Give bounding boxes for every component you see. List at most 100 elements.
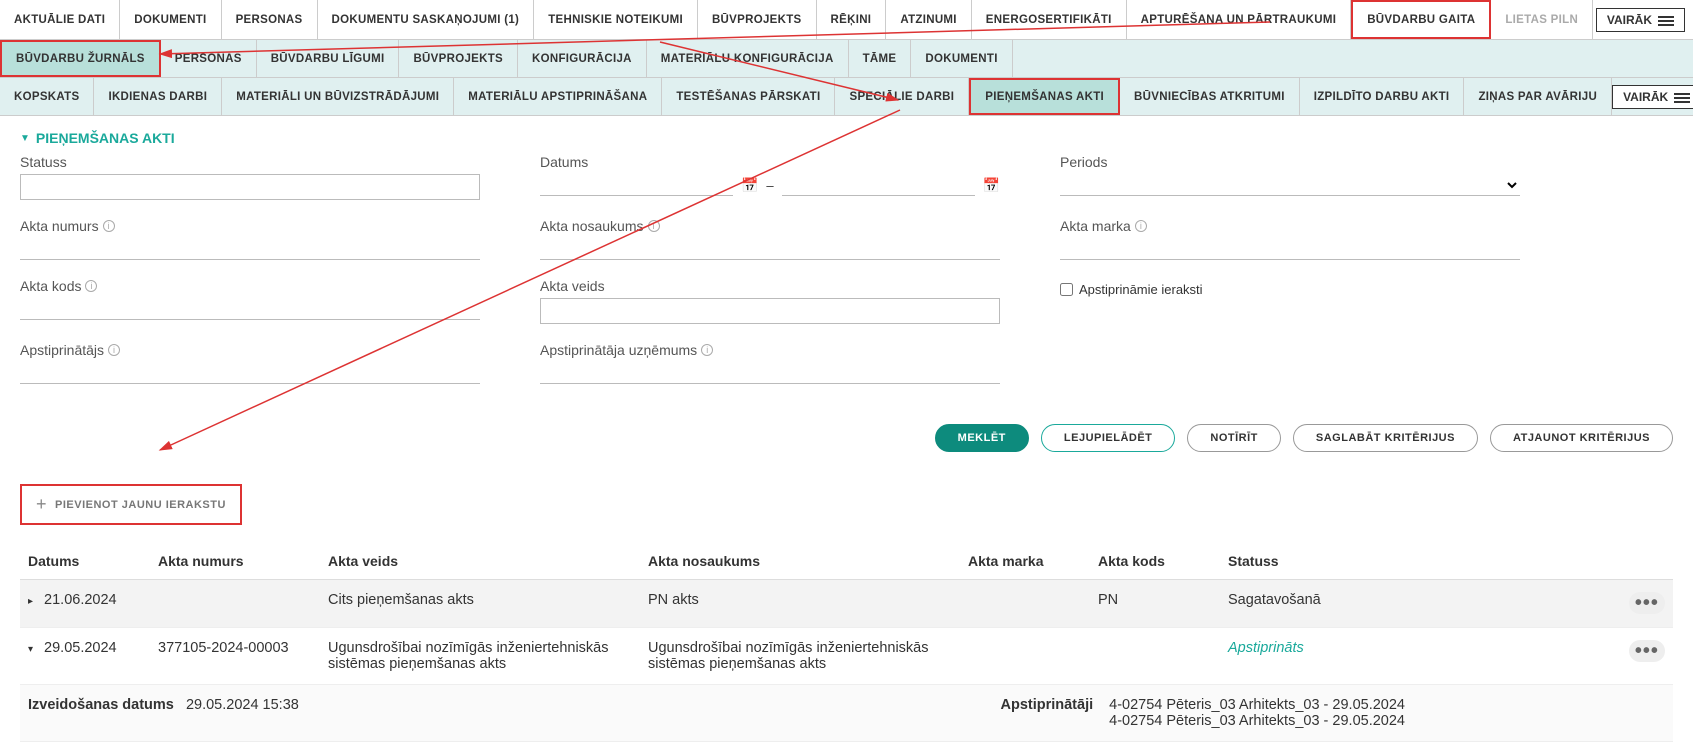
nav2-item[interactable]: KONFIGURĀCIJA	[518, 40, 647, 77]
akta-kods-input[interactable]	[20, 298, 480, 320]
nav2-item[interactable]: MATERIĀLU KONFIGURĀCIJA	[647, 40, 849, 77]
expand-icon[interactable]: ▸	[28, 596, 40, 607]
apstip-ieraksti-checkbox[interactable]	[1060, 283, 1073, 296]
nav3-item[interactable]: TESTĒŠANAS PĀRSKATI	[662, 78, 835, 115]
th-nosaukums[interactable]: Akta nosaukums	[640, 543, 960, 580]
nav3-item[interactable]: BŪVNIECĪBAS ATKRITUMI	[1120, 78, 1300, 115]
vairak-button-1[interactable]: VAIRĀK	[1596, 8, 1685, 32]
nav3-item[interactable]: MATERIĀLU APSTIPRINĀŠANA	[454, 78, 662, 115]
atjaunot-button[interactable]: ATJAUNOT KRITĒRIJUS	[1490, 424, 1673, 452]
detail-izv-val: 29.05.2024 15:38	[186, 697, 299, 713]
label-akta-veids: Akta veids	[540, 278, 1000, 294]
nav-level-1: AKTUĀLIE DATI DOKUMENTI PERSONAS DOKUMEN…	[0, 0, 1693, 40]
vairak-label: VAIRĀK	[1623, 90, 1668, 104]
collapse-icon: ▼	[20, 133, 30, 144]
th-kods[interactable]: Akta kods	[1090, 543, 1220, 580]
nav1-buvdarbu-gaita[interactable]: BŪVDARBU GAITA	[1351, 0, 1491, 39]
table-row[interactable]: ▾ 29.05.2024 377105-2024-00003 Ugunsdroš…	[20, 628, 1673, 685]
info-icon[interactable]: i	[85, 280, 97, 292]
nav2-buvdarbu-zurnals[interactable]: BŪVDARBU ŽURNĀLS	[0, 40, 161, 77]
nav-level-2: BŪVDARBU ŽURNĀLS PERSONAS BŪVDARBU LĪGUM…	[0, 40, 1693, 78]
calendar-icon[interactable]: 📅	[983, 177, 1000, 194]
dash: –	[766, 178, 773, 193]
nav1-item[interactable]: TEHNISKIE NOTEIKUMI	[534, 0, 698, 39]
info-icon[interactable]: i	[701, 344, 713, 356]
akta-marka-input[interactable]	[1060, 238, 1520, 260]
nav3-item[interactable]: KOPSKATS	[0, 78, 94, 115]
lejupieladet-button[interactable]: LEJUPIELĀDĒT	[1041, 424, 1176, 452]
info-icon[interactable]: i	[648, 220, 660, 232]
burger-icon	[1658, 14, 1674, 26]
nav3-item[interactable]: IZPILDĪTO DARBU AKTI	[1300, 78, 1465, 115]
akta-veids-input[interactable]	[540, 298, 1000, 324]
akta-nosaukums-input[interactable]	[540, 238, 1000, 260]
th-datums[interactable]: Datums	[20, 543, 150, 580]
nav2-item[interactable]: BŪVPROJEKTS	[399, 40, 518, 77]
label-datums: Datums	[540, 154, 1000, 170]
label-apstip-uzn: Apstiprinātāja uzņēmumsi	[540, 342, 1000, 358]
apstip-uzn-input[interactable]	[540, 362, 1000, 384]
nav1-item[interactable]: PERSONAS	[222, 0, 318, 39]
nav2-item[interactable]: BŪVDARBU LĪGUMI	[257, 40, 400, 77]
nav1-item[interactable]: ATZINUMI	[886, 0, 971, 39]
nav1-item[interactable]: RĒĶINI	[817, 0, 887, 39]
akta-numurs-input[interactable]	[20, 238, 480, 260]
status-input[interactable]	[20, 174, 480, 200]
label-apstiprinatajs: Apstiprinātājsi	[20, 342, 480, 358]
label-akta-numurs: Akta numursi	[20, 218, 480, 234]
vairak-button-3[interactable]: VAIRĀK	[1612, 85, 1693, 109]
apstiprinatajs-input[interactable]	[20, 362, 480, 384]
table-row[interactable]: ▸ 21.06.2024 Cits pieņemšanas akts PN ak…	[20, 580, 1673, 628]
row-menu-icon[interactable]: •••	[1629, 640, 1665, 662]
info-icon[interactable]: i	[1135, 220, 1147, 232]
nav1-item[interactable]: ENERGOSERTIFIKĀTI	[972, 0, 1127, 39]
pievienot-button[interactable]: + PIEVIENOT JAUNU IERAKSTU	[20, 484, 242, 525]
nav1-item[interactable]: LIETAS PILN	[1491, 0, 1593, 39]
th-statuss[interactable]: Statuss	[1220, 543, 1621, 580]
filter-area: Statuss Datums 📅 – 📅 Periods Akta numurs…	[0, 154, 1693, 418]
detail-row: Izveidošanas datums 29.05.2024 15:38 Aps…	[20, 685, 1673, 742]
periods-select[interactable]	[1060, 174, 1520, 196]
detail-izv-label: Izveidošanas datums	[28, 697, 174, 713]
label-akta-marka: Akta markai	[1060, 218, 1520, 234]
date-to-input[interactable]	[782, 174, 975, 196]
collapse-icon[interactable]: ▾	[28, 644, 40, 655]
detail-apst-val: 4-02754 Pēteris_03 Arhitekts_03 - 29.05.…	[1109, 713, 1405, 729]
label-status: Statuss	[20, 154, 480, 170]
date-from-input[interactable]	[540, 174, 733, 196]
info-icon[interactable]: i	[108, 344, 120, 356]
label-periods: Periods	[1060, 154, 1520, 170]
saglabat-button[interactable]: SAGLABĀT KRITĒRIJUS	[1293, 424, 1478, 452]
th-veids[interactable]: Akta veids	[320, 543, 640, 580]
action-buttons: MEKLĒT LEJUPIELĀDĒT NOTĪRĪT SAGLABĀT KRI…	[0, 418, 1693, 466]
section-header[interactable]: ▼ PIEŅEMŠANAS AKTI	[0, 116, 1693, 154]
nav3-pienemsanas-akti[interactable]: PIEŅEMŠANAS AKTI	[969, 78, 1120, 115]
calendar-icon[interactable]: 📅	[741, 177, 758, 194]
results-table: Datums Akta numurs Akta veids Akta nosau…	[20, 543, 1673, 742]
detail-apst-val: 4-02754 Pēteris_03 Arhitekts_03 - 29.05.…	[1109, 697, 1405, 713]
nav1-item[interactable]: AKTUĀLIE DATI	[0, 0, 120, 39]
vairak-label: VAIRĀK	[1607, 13, 1652, 27]
nav3-item[interactable]: MATERIĀLI UN BŪVIZSTRĀDĀJUMI	[222, 78, 454, 115]
label-akta-kods: Akta kodsi	[20, 278, 480, 294]
row-menu-icon[interactable]: •••	[1629, 592, 1665, 614]
nav3-item[interactable]: IKDIENAS DARBI	[94, 78, 222, 115]
nav1-item[interactable]: APTURĒŠANA UN PĀRTRAUKUMI	[1127, 0, 1352, 39]
nav3-item[interactable]: SPECIĀLIE DARBI	[835, 78, 969, 115]
pievienot-label: PIEVIENOT JAUNU IERAKSTU	[55, 499, 226, 511]
th-marka[interactable]: Akta marka	[960, 543, 1090, 580]
label-apstip-ieraksti: Apstiprināmie ieraksti	[1079, 282, 1203, 297]
nav2-item[interactable]: TĀME	[849, 40, 912, 77]
notirit-button[interactable]: NOTĪRĪT	[1187, 424, 1281, 452]
nav1-item[interactable]: BŪVPROJEKTS	[698, 0, 817, 39]
nav3-item[interactable]: ZIŅAS PAR AVĀRIJU	[1464, 78, 1612, 115]
detail-apst-label: Apstiprinātāji	[1000, 697, 1093, 729]
nav1-item[interactable]: DOKUMENTU SASKAŅOJUMI (1)	[318, 0, 535, 39]
burger-icon	[1674, 91, 1690, 103]
nav2-item[interactable]: DOKUMENTI	[911, 40, 1012, 77]
info-icon[interactable]: i	[103, 220, 115, 232]
nav2-item[interactable]: PERSONAS	[161, 40, 257, 77]
th-numurs[interactable]: Akta numurs	[150, 543, 320, 580]
nav1-item[interactable]: DOKUMENTI	[120, 0, 221, 39]
meklet-button[interactable]: MEKLĒT	[935, 424, 1029, 452]
